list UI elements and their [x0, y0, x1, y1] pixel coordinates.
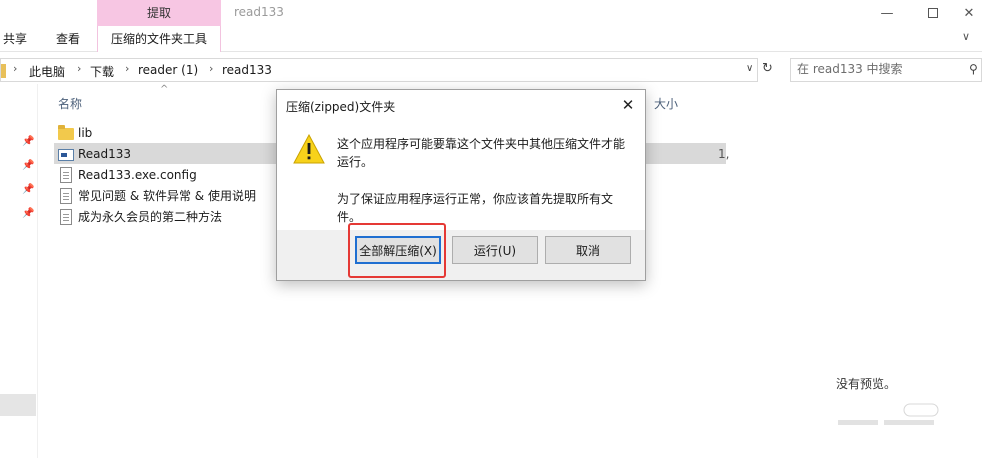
file-name: Read133.exe.config — [78, 167, 197, 182]
document-icon — [60, 208, 72, 225]
file-name: 常见问题 & 软件异常 & 使用说明 — [78, 189, 256, 203]
application-icon — [58, 148, 74, 161]
dialog-message-extract-advice: 为了保证应用程序运行正常，你应该首先提取所有文件。 — [337, 192, 614, 224]
search-box[interactable]: ⚲ — [790, 58, 982, 82]
refresh-icon[interactable]: ↻ — [762, 61, 773, 76]
column-header-name[interactable]: 名称 — [58, 95, 82, 112]
search-input[interactable] — [797, 62, 957, 76]
dialog-title-bar: 压缩(zipped)文件夹 ✕ — [277, 90, 645, 120]
pin-icon: 📌 — [22, 208, 35, 219]
close-window-button[interactable]: ✕ — [956, 0, 982, 26]
column-header-size[interactable]: 大小 — [654, 95, 678, 112]
search-icon[interactable]: ⚲ — [969, 62, 978, 76]
maximize-icon — [928, 8, 938, 18]
zipped-folder-dialog: 压缩(zipped)文件夹 ✕ 这个应用程序可能要靠这个文件夹中其他压缩文件才能… — [276, 89, 646, 281]
warning-icon — [293, 134, 325, 164]
breadcrumb-this-pc[interactable]: 此电脑 — [29, 63, 65, 80]
dialog-message-dependency: 这个应用程序可能要靠这个文件夹中其他压缩文件才能运行。 — [337, 137, 626, 169]
watermark-logo — [838, 402, 948, 434]
nav-selected-item[interactable] — [0, 394, 36, 416]
cancel-button[interactable]: 取消 — [545, 236, 631, 264]
breadcrumb-separator-icon[interactable]: › — [13, 62, 17, 75]
annotation-highlight-box — [348, 223, 446, 278]
maximize-button[interactable] — [910, 0, 956, 26]
breadcrumb-separator-icon[interactable]: › — [209, 62, 213, 75]
breadcrumb-separator-icon[interactable]: › — [77, 62, 81, 75]
tab-view[interactable]: 查看 — [56, 30, 80, 47]
breadcrumb-read133[interactable]: read133 — [222, 63, 272, 77]
file-name: lib — [78, 125, 93, 140]
window-title: read133 — [234, 5, 284, 19]
document-icon — [60, 166, 72, 183]
preview-empty-text: 没有预览。 — [836, 377, 897, 391]
pin-icon: 📌 — [22, 136, 35, 147]
address-bar[interactable]: › 此电脑 › 下载 › reader (1) › read133 ∨ — [0, 58, 758, 82]
chevron-down-icon[interactable]: ∨ — [746, 63, 753, 74]
breadcrumb-downloads[interactable]: 下载 — [90, 63, 114, 80]
file-name: Read133 — [78, 146, 132, 161]
title-bar: 提取 read133 — ✕ 共享 查看 压缩的文件夹工具 ∨ — [0, 0, 982, 52]
address-row: › 此电脑 › 下载 › reader (1) › read133 ∨ ↻ ⚲ — [0, 58, 982, 84]
pin-icon: 📌 — [22, 184, 35, 195]
breadcrumb-separator-icon[interactable]: › — [125, 62, 129, 75]
folder-icon — [1, 64, 6, 78]
dialog-title: 压缩(zipped)文件夹 — [286, 100, 396, 114]
document-icon — [60, 187, 72, 204]
file-size: 1, — [718, 146, 730, 161]
file-name: 成为永久会员的第二种方法 — [78, 210, 223, 224]
pin-icon: 📌 — [22, 160, 35, 171]
breadcrumb-reader[interactable]: reader (1) — [138, 63, 198, 77]
dialog-close-button[interactable]: ✕ — [617, 94, 639, 116]
minimize-button[interactable]: — — [864, 0, 910, 26]
context-tab-header-extract[interactable]: 提取 — [97, 0, 221, 26]
run-button[interactable]: 运行(U) — [452, 236, 538, 264]
tab-compressed-folder-tools[interactable]: 压缩的文件夹工具 — [111, 30, 207, 47]
sort-ascending-icon: ^ — [160, 84, 169, 95]
ribbon-expand-icon[interactable]: ∨ — [962, 30, 970, 43]
tab-share[interactable]: 共享 — [3, 30, 27, 47]
folder-icon — [58, 125, 74, 140]
dialog-body: 这个应用程序可能要靠这个文件夹中其他压缩文件才能运行。 为了保证应用程序运行正常… — [277, 120, 645, 230]
